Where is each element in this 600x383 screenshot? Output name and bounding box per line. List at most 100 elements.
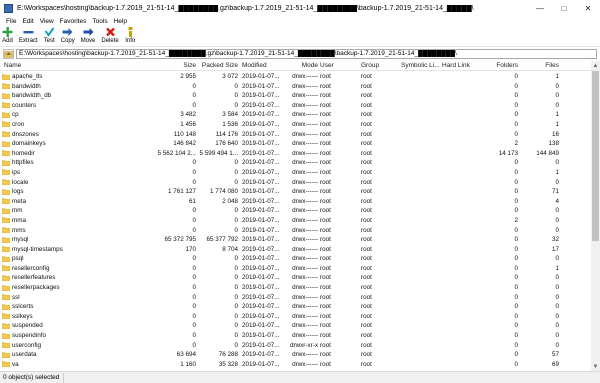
file-packed-size: 176 640 [215,140,238,148]
table-row[interactable]: cp 3 482 3 584 2019-01-07... drwx------ root r… [0,110,590,120]
copy-button[interactable]: Copy [61,27,75,44]
table-row[interactable]: httpfiles 0 0 2019-01-07... drwx------ root ro… [0,158,590,168]
status-text: 0 object(s) selected [3,374,60,381]
file-folders: 0 [514,341,518,349]
file-folders: 0 [514,322,518,330]
table-row[interactable]: counters 0 0 2019-01-07... drwx------ root roo… [0,101,590,111]
file-files: 1 [555,168,559,176]
file-files: 57 [551,351,559,359]
add-icon [2,27,13,37]
maximize-button[interactable]: □ [552,0,576,16]
file-folders: 0 [514,312,518,320]
column-mode[interactable]: Mode [286,62,318,69]
folder-icon [2,73,10,80]
menu-favorites[interactable]: Favorites [57,18,90,25]
table-row[interactable]: bandwidth_db 0 0 2019-01-07... drwx------ roo… [0,91,590,101]
table-row[interactable]: suspended 0 0 2019-01-07... drwx------ root ro… [0,321,590,331]
file-folders: 0 [514,111,518,119]
table-row[interactable]: logs 1 761 127 1 774 080 2019-01-07... drwx-… [0,187,590,197]
file-modified: 2019-01-07... [242,341,280,349]
table-row[interactable]: va 1 160 35 328 2019-01-07... drwx------ root… [0,360,590,370]
column-packed-size[interactable]: Packed Size [198,62,238,69]
table-row[interactable]: domainkeys 146 842 176 640 2019-01-07... drw… [0,139,590,149]
column-symbolic-link[interactable]: Symbolic Li... [401,62,440,69]
delete-button[interactable]: Delete [101,27,119,44]
column-name[interactable]: Name [4,62,21,69]
folder-icon [2,227,10,233]
table-row[interactable]: psql 0 0 2019-01-07... drwx------ root root 0 0 [0,254,590,264]
menu-file[interactable]: File [3,18,19,25]
table-row[interactable]: apache_tls 2 955 3 072 2019-01-07... drwx---… [0,72,590,82]
path-input[interactable]: E:\Workspaces\hosting\backup-1.7.2019_21… [16,49,597,59]
file-size: 5 562 104 2... [157,149,196,157]
table-row[interactable]: ssl 0 0 2019-01-07... drwx------ root root 0 0 [0,293,590,303]
extract-button[interactable]: Extract [19,27,38,44]
table-row[interactable]: bandwidth 0 0 2019-01-07... drwx------ root ro… [0,82,590,92]
column-hard-link[interactable]: Hard Link [442,62,470,69]
folder-icon [2,179,10,186]
table-row[interactable]: dnszones 110 148 114 176 2019-01-07... drwx-… [0,130,590,140]
file-name: va [12,360,19,368]
info-label: Info [125,38,136,44]
file-name: userdata [12,351,37,359]
table-row[interactable]: meta 61 2 048 2019-01-07... drwx------ root ro… [0,197,590,207]
table-row[interactable]: ips 0 0 2019-01-07... drwx------ root root 0 1 [0,168,590,178]
table-row[interactable]: userdata 63 694 76 288 2019-01-07... drwx---… [0,350,590,360]
table-row[interactable]: sslkeys 0 0 2019-01-07... drwx------ root root… [0,312,590,322]
column-user[interactable]: User [320,62,334,69]
table-row[interactable]: resellerconfig 0 0 2019-01-07... drwx------ r… [0,264,590,274]
table-row[interactable]: mms 0 0 2019-01-07... drwx------ root root 0 0 [0,226,590,236]
table-row[interactable]: resellerfeatures 0 0 2019-01-07... drwx-----… [0,273,590,283]
address-bar: E:\Workspaces\hosting\backup-1.7.2019_21… [0,48,600,60]
table-row[interactable]: suspendinfo 0 0 2019-01-07... drwx------ root… [0,331,590,341]
table-row[interactable]: mysql-timestamps 170 8 704 2019-01-07... drw… [0,245,590,255]
table-row[interactable]: locale 0 0 2019-01-07... drwx------ root root 0… [0,178,590,188]
minimize-button[interactable]: — [528,0,552,16]
up-folder-button[interactable] [3,49,14,59]
scroll-up-icon[interactable]: ▲ [591,61,600,70]
file-folders: 0 [514,351,518,359]
table-row[interactable]: homedir 5 562 104 2... 5 599 494 1... 2019-… [0,149,590,159]
add-button[interactable]: Add [2,27,13,44]
scroll-down-icon[interactable]: ▼ [591,362,600,371]
file-size: 0 [192,101,196,109]
app-icon [4,3,13,13]
file-name: bandwidth [12,82,41,90]
status-bar: 0 object(s) selected [0,371,600,383]
file-size: 0 [192,284,196,292]
file-modified: 2019-01-07... [242,120,280,128]
menu-help[interactable]: Help [111,18,130,25]
file-mode: drwx------ [292,188,318,196]
file-files: 0 [555,92,559,100]
table-row[interactable]: userconfig 0 0 2019-01-07... drwxr-xr-x root r… [0,341,590,351]
column-group[interactable]: Group [361,62,379,69]
table-row[interactable]: mma 0 0 2019-01-07... drwx------ root root 2 0 [0,216,590,226]
column-folders[interactable]: Folders [470,62,518,69]
column-modified[interactable]: Modified [242,62,267,69]
vertical-scrollbar[interactable]: ▲ ▼ [591,61,600,371]
table-row[interactable]: mm 0 0 2019-01-07... drwx------ root root 0 0 [0,206,590,216]
info-button[interactable]: Info [125,27,136,44]
column-size[interactable]: Size [150,62,196,69]
close-button[interactable]: ✕ [576,0,600,16]
menu-view[interactable]: View [37,18,57,25]
test-button[interactable]: Test [44,27,55,44]
table-row[interactable]: resellerpackages 0 0 2019-01-07... drwx-----… [0,283,590,293]
file-user: root [320,140,331,148]
file-group: root [361,207,372,215]
scroll-thumb[interactable] [592,71,599,241]
file-group: root [361,188,372,196]
file-user: root [320,322,331,330]
table-row[interactable]: mysql 65 372 795 65 377 792 2019-01-07... dr… [0,235,590,245]
file-user: root [320,255,331,263]
table-row[interactable]: cron 1 456 1 536 2019-01-07... drwx------ roo… [0,120,590,130]
test-label: Test [43,38,55,44]
file-modified: 2019-01-07... [242,293,280,301]
table-row[interactable]: sslcerts 0 0 2019-01-07... drwx------ root roo… [0,302,590,312]
file-group: root [361,303,372,311]
menu-tools[interactable]: Tools [89,18,110,25]
column-files[interactable]: Files [522,62,559,69]
move-button[interactable]: Move [81,27,95,44]
menu-edit[interactable]: Edit [19,18,36,25]
folder-icon [2,198,10,205]
